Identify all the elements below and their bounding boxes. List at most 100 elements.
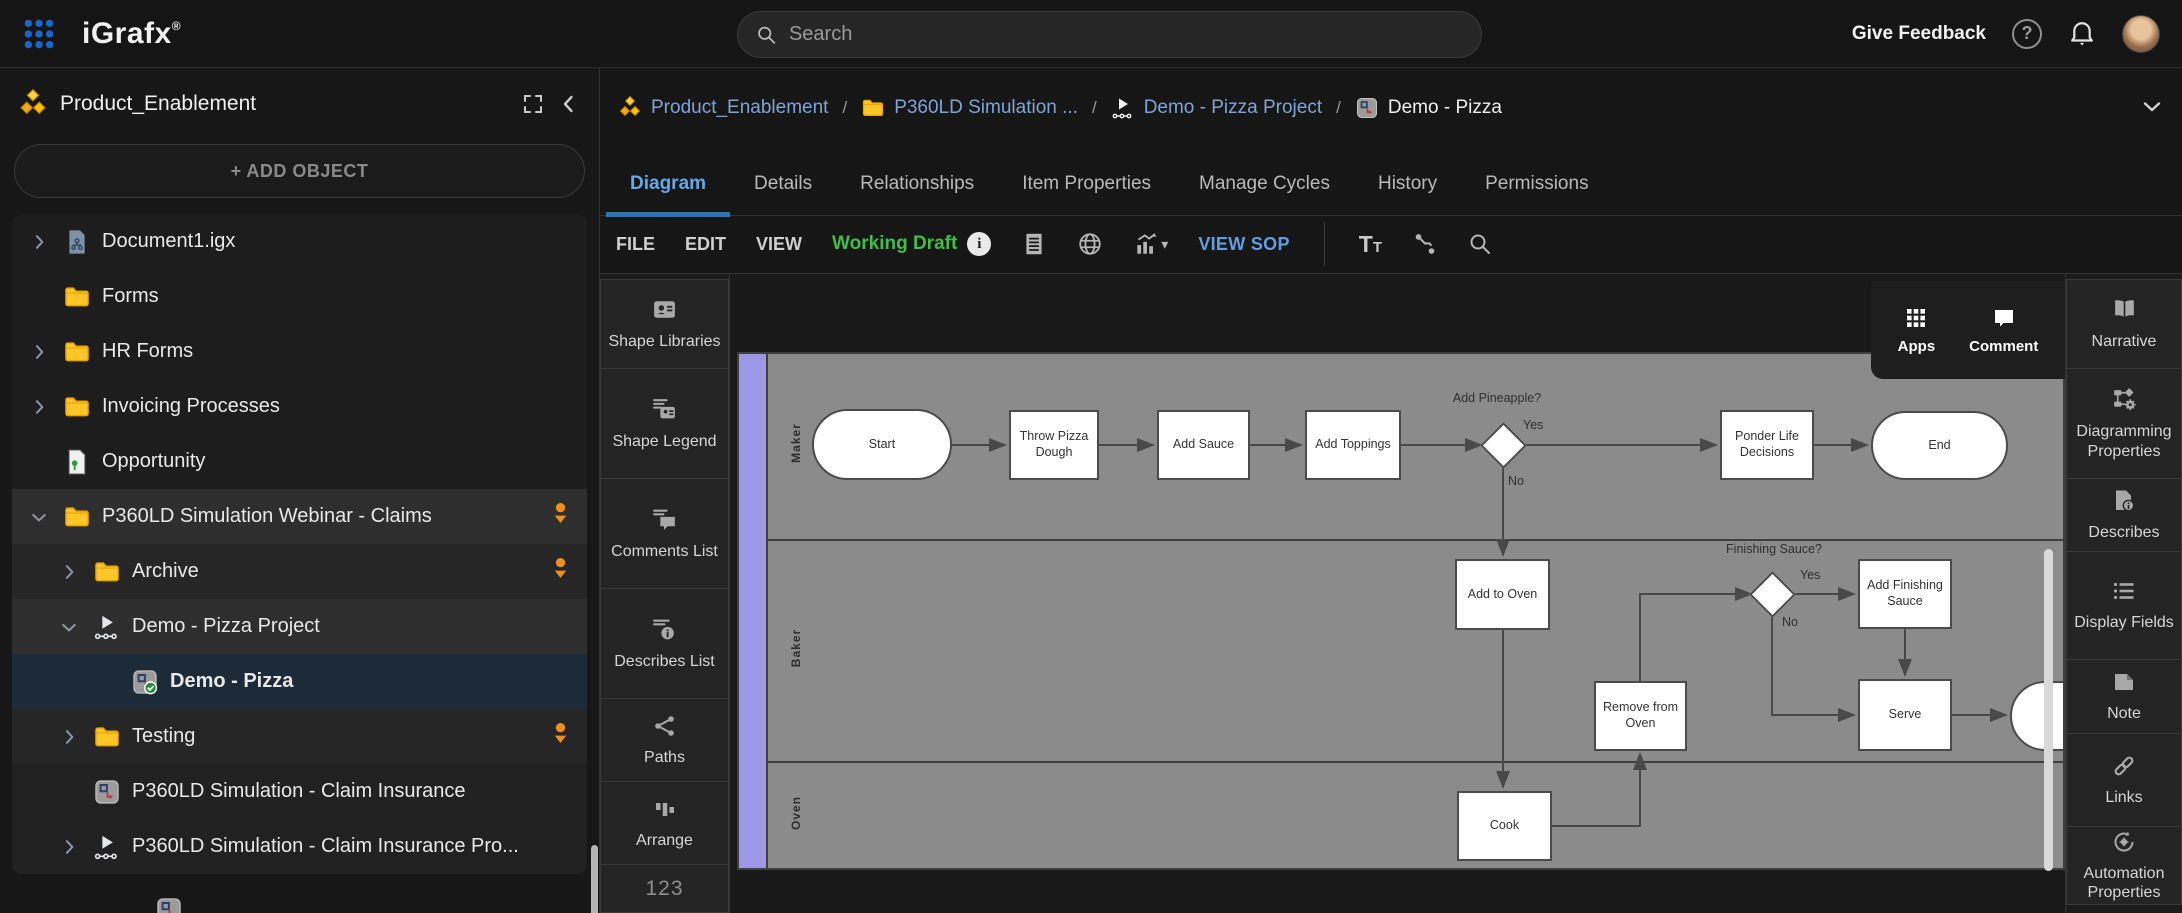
- paths-button[interactable]: Paths: [600, 699, 729, 782]
- display-fields-button[interactable]: Display Fields: [2066, 552, 2182, 660]
- comment-button[interactable]: Comment: [1969, 306, 2038, 355]
- apps-button[interactable]: Apps: [1898, 306, 1936, 355]
- tree-item-invoicing-processes[interactable]: Invoicing Processes: [12, 379, 587, 434]
- narrative-button[interactable]: Narrative: [2066, 279, 2182, 369]
- tree-item-document1[interactable]: Document1.igx: [12, 214, 587, 269]
- sidebar-scrollbar[interactable]: [591, 845, 598, 913]
- tree-item-archive[interactable]: Archive: [12, 544, 587, 599]
- tab-details[interactable]: Details: [730, 173, 836, 215]
- breadcrumb-label[interactable]: P360LD Simulation ...: [894, 97, 1078, 119]
- add-object-button[interactable]: + ADD OBJECT: [14, 144, 585, 198]
- text-format-tool[interactable]: TT: [1359, 231, 1382, 258]
- menu-file[interactable]: FILE: [616, 234, 655, 255]
- lane-oven[interactable]: [768, 763, 2063, 870]
- tree-item-opportunity[interactable]: Opportunity: [12, 434, 587, 489]
- give-feedback-button[interactable]: Give Feedback: [1852, 23, 1986, 45]
- node-ponder-life-decisions[interactable]: Ponder Life Decisions: [1720, 410, 1814, 480]
- describes-button[interactable]: Describes: [2066, 479, 2182, 552]
- folder-icon: [92, 723, 122, 751]
- view-sop-button[interactable]: VIEW SOP: [1198, 234, 1289, 255]
- tree-item-label: Opportunity: [102, 450, 205, 473]
- tree-item-label: Testing: [132, 725, 195, 748]
- user-avatar[interactable]: [2122, 15, 2160, 53]
- node-start[interactable]: Start: [812, 409, 952, 480]
- tree-item-claim-insurance[interactable]: P360LD Simulation - Claim Insurance: [12, 764, 587, 819]
- global-search[interactable]: [737, 11, 1482, 58]
- automation-properties-button[interactable]: Automation Properties: [2066, 827, 2182, 905]
- find-in-diagram-icon[interactable]: [1468, 232, 1492, 256]
- node-end[interactable]: End: [1871, 411, 2008, 480]
- shape-libraries-button[interactable]: Shape Libraries: [600, 279, 729, 369]
- shape-legend-button[interactable]: Shape Legend: [600, 369, 729, 479]
- breadcrumb-label[interactable]: Product_Enablement: [651, 97, 828, 119]
- links-button[interactable]: Links: [2066, 734, 2182, 827]
- chevron-right-icon[interactable]: [26, 397, 52, 417]
- chevron-right-icon[interactable]: [56, 562, 82, 582]
- lane-maker[interactable]: [768, 354, 2063, 541]
- tab-permissions[interactable]: Permissions: [1461, 173, 1612, 215]
- collapse-sidebar-icon[interactable]: [557, 92, 581, 116]
- lane-label-oven: Oven: [789, 763, 803, 863]
- menu-view[interactable]: VIEW: [756, 234, 802, 255]
- breadcrumb-separator: /: [1088, 98, 1101, 118]
- node-add-sauce[interactable]: Add Sauce: [1157, 410, 1250, 480]
- app-launcher-icon[interactable]: [22, 17, 56, 51]
- breadcrumb-item-workspace[interactable]: Product_Enablement: [618, 96, 828, 120]
- node-cook[interactable]: Cook: [1457, 791, 1552, 861]
- tree-item-hr-forms[interactable]: HR Forms: [12, 324, 587, 379]
- version-status[interactable]: Working Draft i: [832, 232, 991, 256]
- performance-chart-icon[interactable]: ▾: [1133, 231, 1168, 257]
- tab-manage-cycles[interactable]: Manage Cycles: [1175, 173, 1354, 215]
- chevron-down-icon[interactable]: [26, 507, 52, 527]
- notifications-bell-icon[interactable]: [2068, 20, 2096, 48]
- paths-icon: [652, 713, 678, 739]
- chevron-down-icon[interactable]: [56, 617, 82, 637]
- tree-item-forms[interactable]: Forms: [12, 269, 587, 324]
- diagram-canvas[interactable]: Maker Baker Oven: [730, 274, 2065, 913]
- tree-item-demo-pizza[interactable]: Demo - Pizza: [12, 654, 587, 709]
- connector-tool-icon[interactable]: [1412, 231, 1438, 257]
- tab-item-properties[interactable]: Item Properties: [998, 173, 1175, 215]
- diagramming-properties-button[interactable]: Diagramming Properties: [2066, 369, 2182, 479]
- diagram-page[interactable]: Maker Baker Oven: [737, 352, 2065, 870]
- node-serve[interactable]: Serve: [1858, 679, 1952, 751]
- breadcrumb-item-project[interactable]: Demo - Pizza Project: [1111, 96, 1322, 120]
- canvas-scrollbar[interactable]: [2044, 549, 2053, 871]
- tree-item-p360ld-claims[interactable]: P360LD Simulation Webinar - Claims: [12, 489, 587, 544]
- tab-history[interactable]: History: [1354, 173, 1461, 215]
- arrange-button[interactable]: Arrange: [600, 782, 729, 865]
- describes-icon: [2111, 488, 2137, 514]
- node-remove-from-oven[interactable]: Remove from Oven: [1594, 681, 1687, 751]
- tree-item-partial[interactable]: [155, 896, 183, 913]
- note-button[interactable]: Note: [2066, 660, 2182, 734]
- chevron-right-icon[interactable]: [56, 727, 82, 747]
- numbering-button[interactable]: 123: [600, 865, 729, 913]
- document-view-icon[interactable]: [1021, 231, 1047, 257]
- tree-item-label: Archive: [132, 560, 199, 583]
- node-add-finishing-sauce[interactable]: Add Finishing Sauce: [1858, 559, 1952, 629]
- node-add-to-oven[interactable]: Add to Oven: [1455, 559, 1550, 630]
- breadcrumb-label[interactable]: Demo - Pizza Project: [1144, 97, 1322, 119]
- breadcrumb-item-folder[interactable]: P360LD Simulation ...: [861, 96, 1078, 120]
- menu-edit[interactable]: EDIT: [685, 234, 726, 255]
- tab-relationships[interactable]: Relationships: [836, 173, 998, 215]
- node-add-toppings[interactable]: Add Toppings: [1305, 410, 1401, 480]
- info-icon[interactable]: i: [967, 232, 991, 256]
- chevron-right-icon[interactable]: [26, 342, 52, 362]
- help-icon[interactable]: ?: [2012, 19, 2042, 49]
- tree-item-testing[interactable]: Testing: [12, 709, 587, 764]
- tree-item-demo-pizza-project[interactable]: Demo - Pizza Project: [12, 599, 587, 654]
- node-throw-pizza-dough[interactable]: Throw Pizza Dough: [1009, 410, 1099, 480]
- web-view-globe-icon[interactable]: [1077, 231, 1103, 257]
- comments-list-button[interactable]: Comments List: [600, 479, 729, 589]
- tab-diagram[interactable]: Diagram: [606, 173, 730, 215]
- expand-tree-icon[interactable]: [521, 92, 545, 116]
- collapse-header-chevron-icon[interactable]: [2140, 94, 2164, 123]
- tree-item-claim-insurance-process[interactable]: P360LD Simulation - Claim Insurance Pro.…: [12, 819, 587, 874]
- arrange-icon: [652, 796, 678, 822]
- chevron-right-icon[interactable]: [26, 232, 52, 252]
- chevron-right-icon[interactable]: [56, 837, 82, 857]
- lane-header-strip[interactable]: [739, 354, 768, 868]
- describes-list-button[interactable]: Describes List: [600, 589, 729, 699]
- search-input[interactable]: [789, 23, 1463, 46]
